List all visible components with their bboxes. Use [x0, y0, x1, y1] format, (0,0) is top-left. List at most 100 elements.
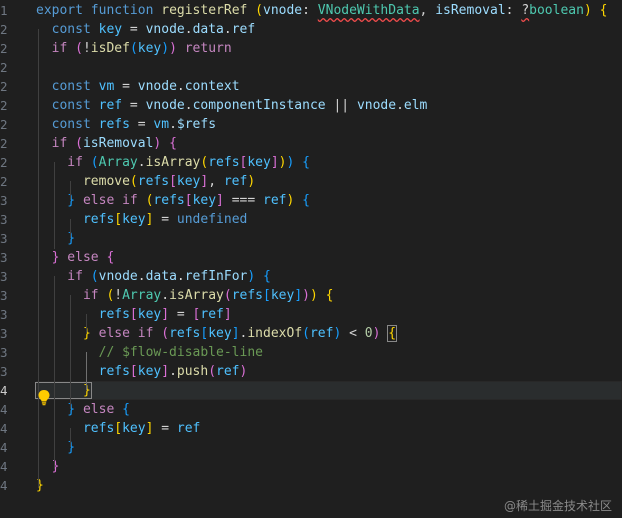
code-token: ! [114, 288, 123, 303]
code-token: data [145, 269, 177, 284]
code-token: vm [98, 79, 115, 94]
code-token: ( [75, 41, 83, 56]
code-token: ref [231, 22, 256, 37]
code-line[interactable]: } else if (refs[key] === ref) { [36, 191, 622, 210]
code-line[interactable]: refs[key] = ref [36, 419, 622, 438]
code-line[interactable]: } else { [36, 248, 622, 267]
code-token: vnode [98, 269, 138, 284]
code-token: refs [208, 155, 240, 170]
code-token: else if [90, 326, 162, 341]
code-line[interactable]: export function registerRef (vnode: VNod… [36, 1, 622, 20]
code-token: $refs [176, 117, 217, 132]
code-token: refs [36, 421, 115, 436]
code-token: isArray [169, 288, 224, 303]
code-token: undefined [176, 212, 248, 227]
code-token: if [36, 41, 76, 56]
code-token: refs [36, 212, 115, 227]
code-line[interactable]: } else if (refs[key].indexOf(ref) < 0) { [36, 324, 622, 343]
code-token: ) [583, 3, 592, 18]
code-token: { [599, 3, 608, 18]
code-token: , [208, 174, 224, 189]
code-token: key [122, 212, 146, 227]
line-number-gutter: 19 21 22 23 24 25 26 27 28 29 30 31 32 33 34 35 36 37 38 39… [0, 0, 30, 518]
code-line[interactable]: if (!Array.isArray(refs[key])) { [36, 286, 622, 305]
code-line[interactable]: refs[key] = undefined [36, 210, 622, 229]
code-token: isRemoval [82, 136, 154, 151]
code-line[interactable]: if (isRemoval) { [36, 134, 622, 153]
line-number: 36 [0, 307, 8, 322]
code-token: = [122, 22, 146, 37]
code-token: isArray [145, 155, 201, 170]
code-token: indexOf [247, 326, 303, 341]
code-line[interactable]: } [36, 438, 622, 457]
code-token: ) [278, 155, 287, 170]
code-line[interactable]: const key = vnode.data.ref [36, 20, 622, 39]
lightbulb-icon[interactable] [37, 389, 51, 406]
code-token: key [122, 421, 146, 436]
code-line[interactable]: remove(refs[key], ref) [36, 172, 622, 191]
code-token: key [137, 364, 162, 379]
code-line[interactable]: if (vnode.data.refInFor) { [36, 267, 622, 286]
code-line[interactable] [36, 58, 622, 77]
code-line[interactable]: refs[key] = [ref] [36, 305, 622, 324]
code-token: = [129, 117, 154, 132]
code-token: isDef [90, 41, 130, 56]
code-editor[interactable]: 19 21 22 23 24 25 26 27 28 29 30 31 32 33 34 35 36 37 38 39… [0, 0, 622, 518]
code-token: === [223, 193, 264, 208]
line-number: 25 [0, 98, 8, 113]
code-line[interactable]: if (!isDef(key)) return [36, 39, 622, 58]
code-line[interactable]: if (Array.isArray(refs[key])) { [36, 153, 622, 172]
code-token: ] [223, 307, 232, 322]
code-line[interactable]: // $flow-disable-line [36, 343, 622, 362]
code-token: const [36, 22, 99, 37]
code-token: ( [302, 326, 310, 341]
code-line-current[interactable]: } [35, 381, 622, 400]
line-number: 21 [0, 22, 8, 37]
line-number: 44 [0, 459, 8, 474]
line-number: 26 [0, 117, 8, 132]
line-number: 42 [0, 421, 8, 436]
code-token: vnode [263, 3, 303, 18]
code-token: ref [216, 364, 240, 379]
code-token: ( [129, 174, 138, 189]
code-line[interactable]: const refs = vm.$refs [36, 115, 622, 134]
code-token: ] [294, 288, 303, 303]
line-number: 30 [0, 193, 8, 208]
code-token: else [59, 250, 107, 265]
code-token: { [387, 325, 398, 342]
code-token: . [184, 22, 193, 37]
code-line[interactable]: } [36, 457, 622, 476]
line-number: 32 [0, 231, 8, 246]
code-token: { [302, 155, 310, 170]
code-token: { [302, 193, 310, 208]
code-token: { [106, 250, 115, 265]
code-line[interactable]: } [36, 476, 622, 495]
code-line[interactable]: } [36, 229, 622, 248]
code-token: const [36, 79, 99, 94]
code-token: ] [231, 326, 240, 341]
code-line[interactable]: const vm = vnode.context [36, 77, 622, 96]
code-token: { [169, 136, 177, 151]
code-line[interactable]: } else { [36, 400, 622, 419]
code-token: refs [169, 326, 201, 341]
code-token: vnode [356, 98, 397, 113]
code-token: vnode [137, 79, 177, 94]
code-token: export [36, 3, 91, 18]
code-token: const [36, 117, 99, 132]
code-token: ] [216, 193, 224, 208]
code-token: key [247, 155, 271, 170]
code-token: [ [114, 421, 123, 436]
code-token: const [36, 98, 99, 113]
indent-guide [54, 276, 55, 469]
code-token: ) [302, 288, 310, 303]
code-token: [ [263, 288, 271, 303]
code-line[interactable]: const ref = vnode.componentInstance || v… [36, 96, 622, 115]
code-token: key [192, 193, 217, 208]
line-number: 23 [0, 60, 8, 75]
line-number: 38 [0, 345, 8, 360]
code-token: push [176, 364, 209, 379]
code-token: ( [75, 136, 83, 151]
code-line[interactable]: refs[key].push(ref) [36, 362, 622, 381]
